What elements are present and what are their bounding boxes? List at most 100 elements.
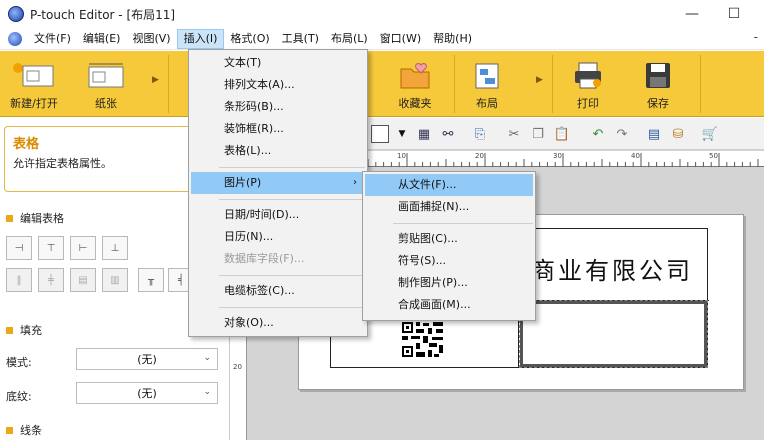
- favorites-button[interactable]: 收藏夹: [382, 51, 448, 117]
- menu-item-barcode[interactable]: 条形码(B)...: [191, 96, 365, 118]
- menu-item-cable-label[interactable]: 电缆标签(C)...: [191, 280, 365, 302]
- maximize-button[interactable]: ☐: [714, 0, 754, 28]
- ribbon-expand-icon[interactable]: ▶: [152, 75, 159, 85]
- floppy-disk-icon: [646, 63, 670, 88]
- split-column-button[interactable]: ‖: [6, 268, 32, 292]
- print-button[interactable]: 打印: [558, 51, 618, 117]
- layout-icon: [475, 63, 499, 89]
- fill-heading: 填充: [20, 324, 42, 337]
- menu-item-picture[interactable]: 图片(P) ›: [191, 172, 365, 194]
- menu-item-table[interactable]: 表格(L)...: [191, 140, 365, 162]
- menu-file[interactable]: 文件(F): [28, 29, 77, 49]
- menu-item-calendar[interactable]: 日历(N)...: [191, 226, 365, 248]
- menu-tools[interactable]: 工具(T): [276, 29, 325, 49]
- ribbon-expand-icon[interactable]: ▶: [536, 75, 543, 85]
- distribute-columns-button[interactable]: ╥: [138, 268, 164, 292]
- merge-cells-button[interactable]: ▤: [70, 268, 96, 292]
- chevron-down-icon: ⌄: [203, 353, 211, 363]
- menu-separator: [393, 223, 533, 224]
- menu-item-frame[interactable]: 装饰框(R)...: [191, 118, 365, 140]
- tip-title: 表格: [13, 137, 40, 152]
- mode-value: (无): [137, 353, 157, 366]
- ruler-mark: 50: [709, 152, 718, 160]
- document-icon: [8, 31, 22, 46]
- cart-icon[interactable]: 🛒: [701, 125, 719, 143]
- submenu-item-from-file[interactable]: 从文件(F)...: [365, 174, 533, 196]
- paste-icon[interactable]: 📋: [553, 125, 571, 143]
- database-icon[interactable]: ⛁: [669, 125, 687, 143]
- menu-layout[interactable]: 布局(L): [325, 29, 374, 49]
- menu-item-text[interactable]: 文本(T): [191, 52, 365, 74]
- qr-code-icon[interactable]: [401, 321, 445, 359]
- insert-row-below-button[interactable]: ⊥: [102, 236, 128, 260]
- menu-window[interactable]: 窗口(W): [374, 29, 427, 49]
- merge-rows-button[interactable]: ▥: [102, 268, 128, 292]
- ribbon-divider: [700, 55, 701, 113]
- submenu-item-symbol[interactable]: 符号(S)...: [365, 250, 533, 272]
- menu-separator: [219, 167, 365, 168]
- section-bullet-icon: [6, 326, 13, 334]
- table-cell-selected[interactable]: [519, 300, 708, 368]
- submenu-item-clip-art[interactable]: 剪贴图(C)...: [365, 228, 533, 250]
- chevron-down-icon[interactable]: ▼: [393, 125, 411, 143]
- fill-section[interactable]: 填充: [6, 322, 42, 338]
- title-bar: P-touch Editor - [布局11] — ☐: [0, 0, 764, 28]
- layout-button[interactable]: 布局: [460, 51, 514, 117]
- line-section[interactable]: 线条: [6, 422, 42, 438]
- cut-icon[interactable]: ✂: [505, 125, 523, 143]
- menu-item-object[interactable]: 对象(O)...: [191, 312, 365, 334]
- mode-label: 模式:: [6, 356, 32, 369]
- redo-icon[interactable]: ↷: [613, 125, 631, 143]
- menu-insert[interactable]: 插入(I): [176, 28, 225, 49]
- section-bullet-icon: [6, 426, 13, 434]
- cable-tool-icon[interactable]: ⚯: [439, 125, 457, 143]
- mode-select[interactable]: (无) ⌄: [76, 348, 218, 370]
- properties-icon[interactable]: ▤: [645, 125, 663, 143]
- menu-format[interactable]: 格式(O): [224, 29, 275, 49]
- paper-button[interactable]: 纸张: [74, 51, 138, 117]
- menu-item-picture-label: 图片(P): [224, 176, 262, 189]
- ruler-mark: 40: [631, 152, 640, 160]
- pattern-select[interactable]: (无) ⌄: [76, 382, 218, 404]
- menu-view[interactable]: 视图(V): [126, 29, 176, 49]
- menu-bar: 文件(F) 编辑(E) 视图(V) 插入(I) 格式(O) 工具(T) 布局(L…: [0, 28, 764, 50]
- pattern-value: (无): [137, 387, 157, 400]
- insert-menu: 文本(T) 排列文本(A)... 条形码(B)... 装饰框(R)... 表格(…: [188, 49, 368, 337]
- clip-tool-icon[interactable]: ⎘: [471, 125, 489, 143]
- rectangle-tool-icon[interactable]: [371, 125, 389, 143]
- paper-label: 纸张: [95, 97, 117, 110]
- submenu-item-composite-screen[interactable]: 合成画面(M)...: [365, 294, 533, 316]
- insert-row-above-button[interactable]: ⊤: [38, 236, 64, 260]
- submenu-item-make-picture[interactable]: 制作图片(P)...: [365, 272, 533, 294]
- insert-column-left-button[interactable]: ⊣: [6, 236, 32, 260]
- ribbon-divider: [552, 55, 553, 113]
- ribbon-divider: [454, 55, 455, 113]
- menu-item-date-time[interactable]: 日期/时间(D)...: [191, 204, 365, 226]
- edit-table-heading: 编辑表格: [20, 212, 64, 225]
- ribbon-divider: [168, 55, 169, 113]
- printer-icon: [575, 62, 601, 89]
- new-label-icon: [13, 63, 54, 87]
- menu-item-arranged-text[interactable]: 排列文本(A)...: [191, 74, 365, 96]
- ruler-mark: 20: [475, 152, 484, 160]
- edit-table-section[interactable]: 编辑表格: [6, 210, 64, 226]
- new-open-button[interactable]: 新建/打开: [2, 51, 66, 117]
- menu-edit[interactable]: 编辑(E): [77, 29, 127, 49]
- new-open-label: 新建/打开: [10, 97, 58, 110]
- undo-icon[interactable]: ↶: [589, 125, 607, 143]
- print-label: 打印: [577, 97, 599, 110]
- menu-help[interactable]: 帮助(H): [427, 29, 478, 49]
- mdi-minimize-button[interactable]: -: [754, 30, 758, 44]
- split-row-button[interactable]: ╪: [38, 268, 64, 292]
- folder-heart-icon: [400, 63, 430, 89]
- company-text[interactable]: 商业有限公司: [531, 251, 693, 286]
- submenu-item-screen-capture[interactable]: 画面捕捉(N)...: [365, 196, 533, 218]
- insert-column-right-button[interactable]: ⊢: [70, 236, 96, 260]
- layout-label: 布局: [476, 97, 498, 110]
- chevron-down-icon: ⌄: [203, 387, 211, 397]
- save-button[interactable]: 保存: [628, 51, 688, 117]
- minimize-button[interactable]: —: [672, 0, 712, 28]
- paper-icon: [88, 63, 124, 88]
- table-tool-icon[interactable]: ▦: [415, 125, 433, 143]
- copy-icon[interactable]: ❐: [529, 125, 547, 143]
